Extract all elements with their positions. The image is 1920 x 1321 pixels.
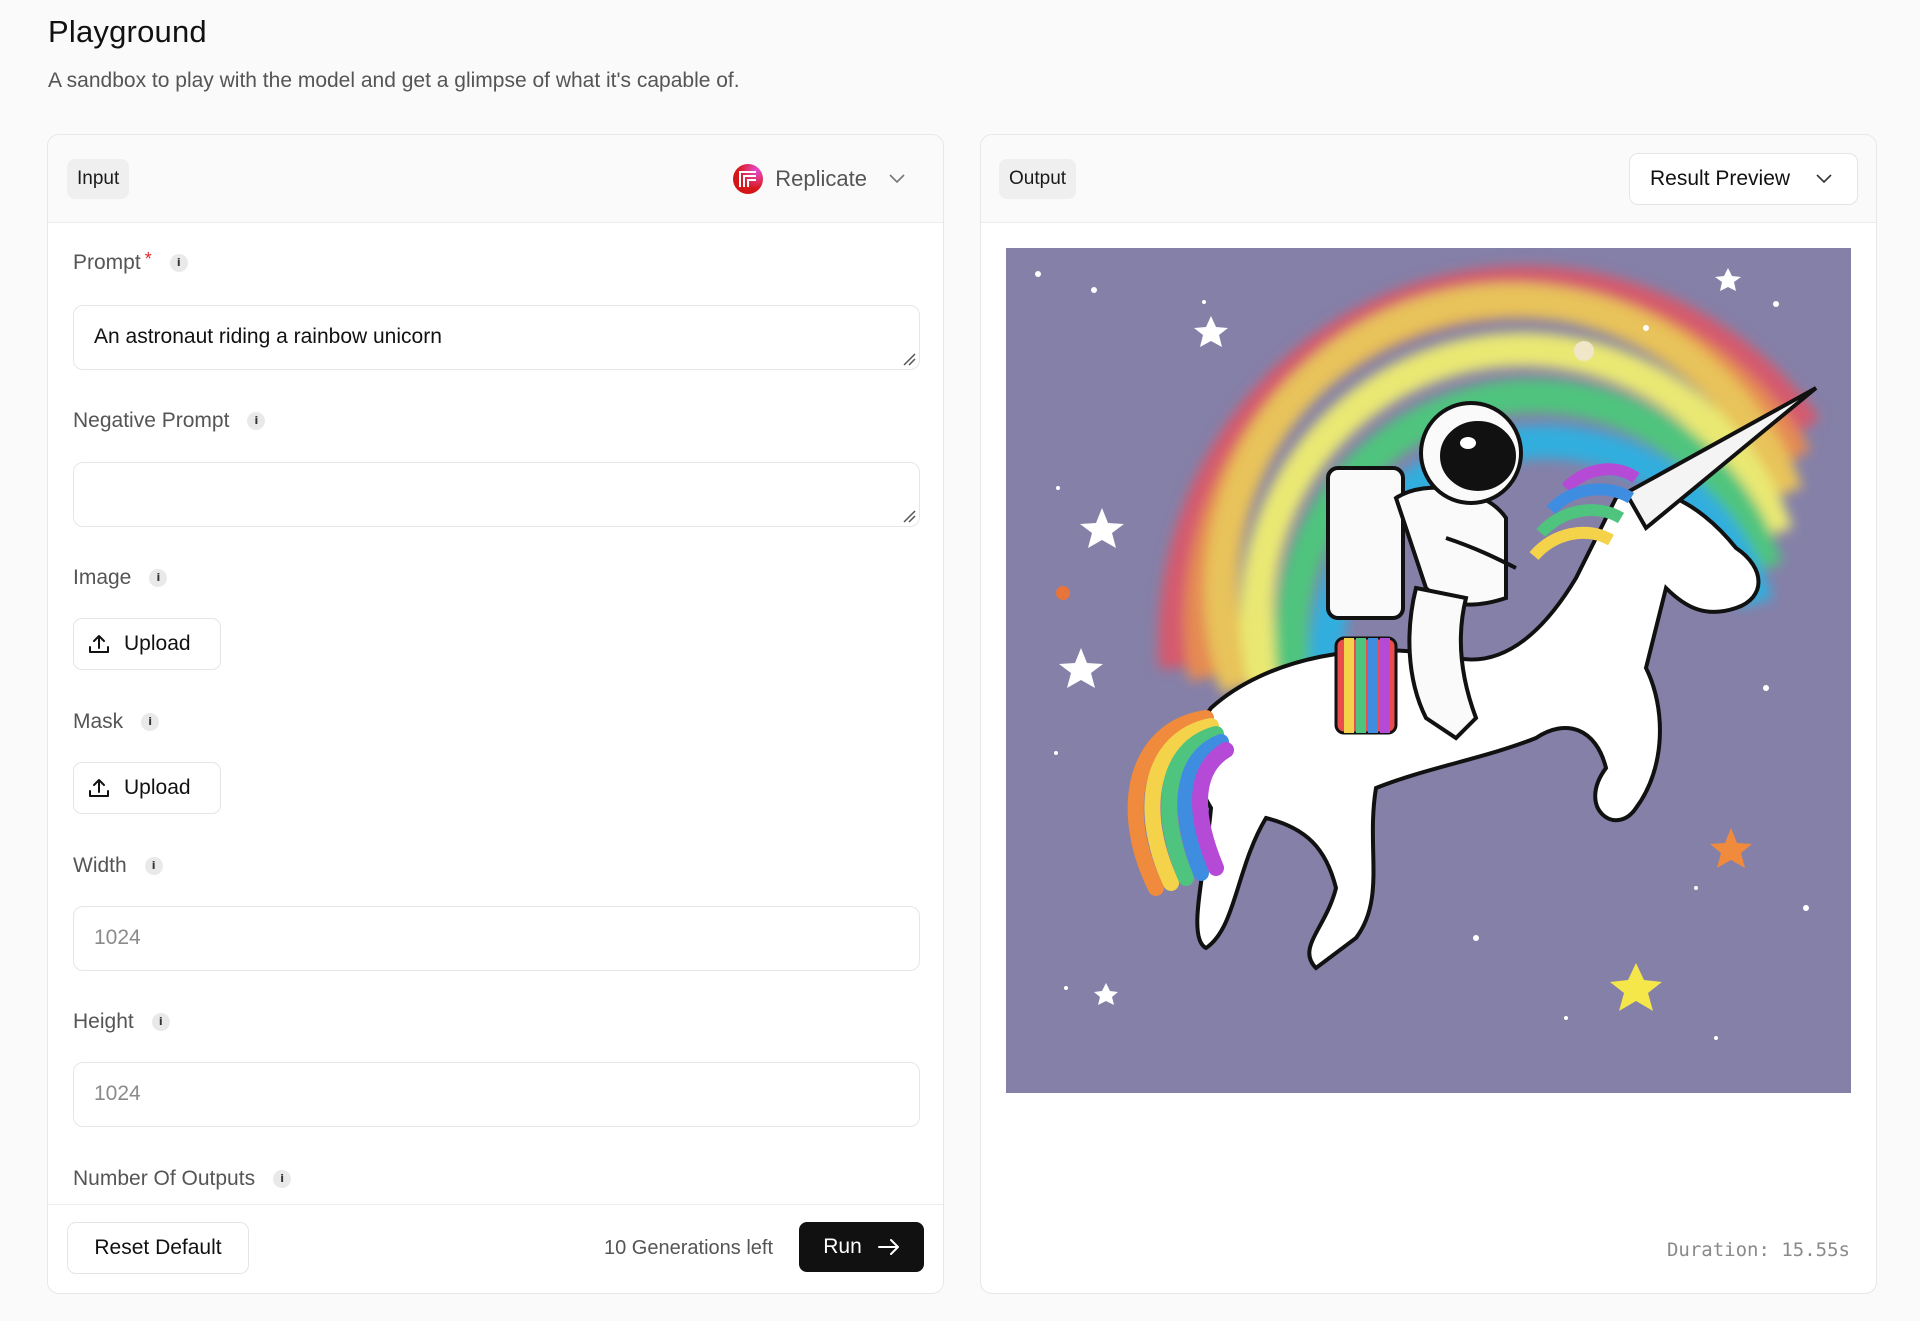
- replicate-logo-icon: [733, 164, 764, 194]
- info-icon[interactable]: i: [151, 1013, 170, 1031]
- prompt-label-text: Prompt: [73, 251, 141, 274]
- info-icon[interactable]: i: [144, 857, 163, 875]
- run-button[interactable]: Run: [799, 1222, 924, 1272]
- provider-label: Replicate: [775, 166, 867, 191]
- moon: [1574, 341, 1594, 361]
- input-panel-footer: Reset Default 10 Generations left Run: [48, 1204, 943, 1293]
- mask-label-text: Mask: [73, 710, 124, 733]
- input-form: Prompt * i An astronaut riding a rainbow…: [48, 223, 943, 1203]
- num-outputs-label-text: Number Of Outputs: [73, 1167, 256, 1190]
- resize-handle-icon[interactable]: [902, 509, 916, 523]
- info-icon[interactable]: i: [149, 569, 168, 587]
- upload-icon: [89, 635, 109, 653]
- width-placeholder: 1024: [94, 926, 141, 949]
- generations-left: 10 Generations left: [604, 1237, 773, 1259]
- height-placeholder: 1024: [94, 1082, 141, 1105]
- page-subtitle: A sandbox to play with the model and get…: [48, 69, 740, 92]
- negative-prompt-label: Negative Prompt i: [73, 409, 266, 433]
- prompt-textarea[interactable]: An astronaut riding a rainbow unicorn: [73, 305, 920, 370]
- chevron-down-icon: [1816, 174, 1832, 184]
- height-label: Height i: [73, 1010, 170, 1034]
- info-icon[interactable]: i: [273, 1170, 292, 1188]
- run-label: Run: [823, 1235, 862, 1258]
- width-label-text: Width: [73, 854, 127, 877]
- input-badge: Input: [67, 159, 130, 199]
- num-outputs-label: Number Of Outputs i: [73, 1167, 292, 1191]
- reset-default-button[interactable]: Reset Default: [67, 1222, 249, 1274]
- mask-upload-button[interactable]: Upload: [73, 762, 221, 814]
- output-panel-header: Output Result Preview: [981, 135, 1876, 223]
- width-label: Width i: [73, 854, 163, 878]
- saddle-blanket: [1334, 636, 1398, 735]
- input-panel-header: Input Replicate: [48, 135, 943, 223]
- negative-prompt-label-text: Negative Prompt: [73, 409, 230, 432]
- required-mark: *: [144, 248, 152, 269]
- image-upload-button[interactable]: Upload: [73, 618, 221, 670]
- image-label-text: Image: [73, 566, 132, 589]
- generated-image-illustration: [1006, 248, 1851, 1093]
- mask-upload-label: Upload: [124, 776, 191, 799]
- output-image[interactable]: [1006, 248, 1851, 1093]
- provider-select[interactable]: Replicate: [733, 159, 905, 199]
- info-icon[interactable]: i: [169, 254, 188, 272]
- output-panel: Output Result Preview Duration: 15.55s: [980, 134, 1877, 1294]
- mask-label: Mask i: [73, 710, 160, 734]
- page-title: Playground: [48, 14, 207, 49]
- arrow-right-icon: [877, 1239, 899, 1255]
- result-preview-select[interactable]: Result Preview: [1629, 153, 1858, 205]
- width-input[interactable]: 1024: [73, 906, 920, 971]
- result-preview-label: Result Preview: [1650, 167, 1791, 190]
- height-label-text: Height: [73, 1010, 134, 1033]
- negative-prompt-textarea[interactable]: [73, 462, 920, 527]
- upload-icon: [89, 779, 109, 797]
- chevron-down-icon: [889, 174, 905, 184]
- info-icon[interactable]: i: [141, 713, 160, 731]
- image-upload-label: Upload: [124, 632, 191, 655]
- prompt-value: An astronaut riding a rainbow unicorn: [94, 325, 442, 348]
- height-input[interactable]: 1024: [73, 1062, 920, 1127]
- duration-label: Duration: 15.55s: [1666, 1239, 1850, 1261]
- image-label: Image i: [73, 566, 168, 590]
- info-icon[interactable]: i: [247, 412, 266, 430]
- output-badge: Output: [999, 159, 1077, 199]
- input-panel: Input Replicate Prompt * i An astronaut …: [47, 134, 944, 1294]
- resize-handle-icon[interactable]: [902, 352, 916, 366]
- prompt-label: Prompt * i: [73, 248, 188, 275]
